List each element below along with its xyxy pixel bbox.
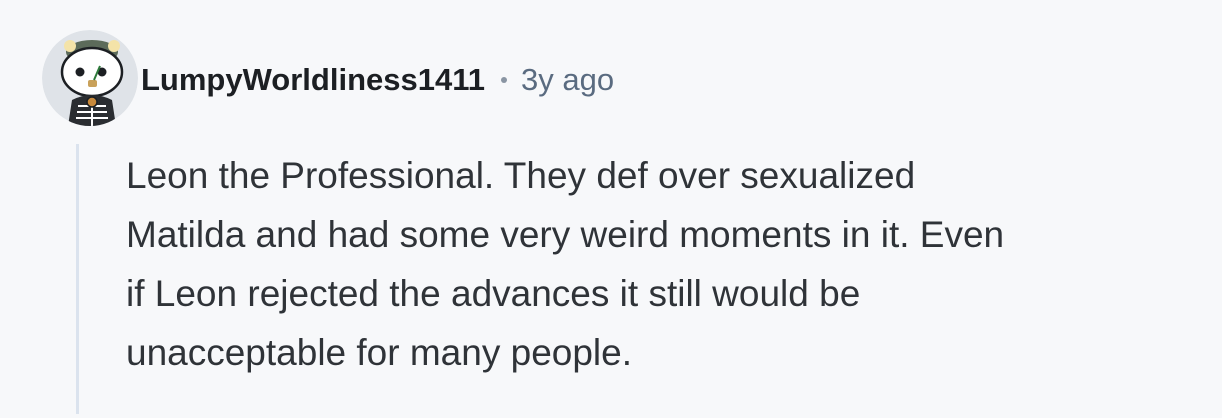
separator-dot	[501, 77, 507, 83]
comment-body-line: unacceptable for many people.	[126, 332, 633, 373]
timestamp[interactable]: 3y ago	[521, 62, 614, 98]
username-link[interactable]: LumpyWorldliness1411	[141, 62, 485, 98]
comment-header: LumpyWorldliness1411 3y ago	[141, 56, 614, 104]
comment-body-line: Matilda and had some very weird moments …	[126, 214, 1005, 255]
comment-body-line: if Leon rejected the advances it still w…	[126, 273, 861, 314]
comment: LumpyWorldliness1411 3y ago Leon the Pro…	[0, 0, 1222, 418]
comment-body: Leon the Professional. They def over sex…	[126, 146, 1196, 382]
comment-body-line: Leon the Professional. They def over sex…	[126, 155, 916, 196]
snoo-avatar-icon[interactable]	[42, 30, 138, 126]
thread-line[interactable]	[76, 144, 79, 414]
